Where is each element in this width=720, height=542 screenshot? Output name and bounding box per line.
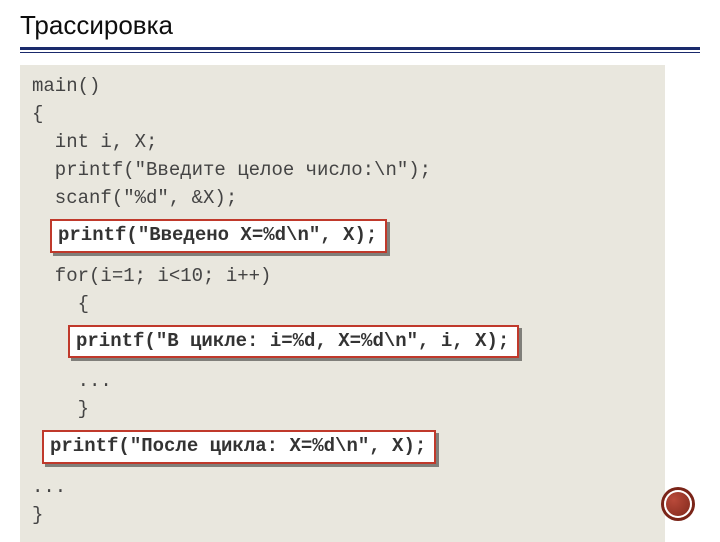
code-line: { <box>32 101 661 129</box>
trace-print-3: printf("После цикла: X=%d\n", X); <box>42 430 436 464</box>
slide-badge-icon <box>664 490 692 518</box>
title-underline <box>20 52 700 53</box>
code-line: } <box>32 502 661 530</box>
highlight-row: printf("В цикле: i=%d, X=%d\n", i, X); <box>68 319 661 369</box>
code-line: for(i=1; i<10; i++) <box>32 263 661 291</box>
code-line: ... <box>32 474 661 502</box>
code-line: scanf("%d", &X); <box>32 185 661 213</box>
code-line: ... <box>32 368 661 396</box>
trace-print-1: printf("Введено X=%d\n", X); <box>50 219 387 253</box>
slide: Трассировка main() { int i, X; printf("В… <box>0 0 720 542</box>
code-block: main() { int i, X; printf("Введите целое… <box>20 65 665 542</box>
code-line: } <box>32 396 661 424</box>
highlight-row: printf("Введено X=%d\n", X); <box>50 213 661 263</box>
highlight-row: printf("После цикла: X=%d\n", X); <box>42 424 661 474</box>
code-line: printf("Введите целое число:\n"); <box>32 157 661 185</box>
trace-print-2: printf("В цикле: i=%d, X=%d\n", i, X); <box>68 325 519 359</box>
code-line: { <box>32 291 661 319</box>
page-title: Трассировка <box>20 10 700 50</box>
code-line: int i, X; <box>32 129 661 157</box>
code-line: main() <box>32 73 661 101</box>
